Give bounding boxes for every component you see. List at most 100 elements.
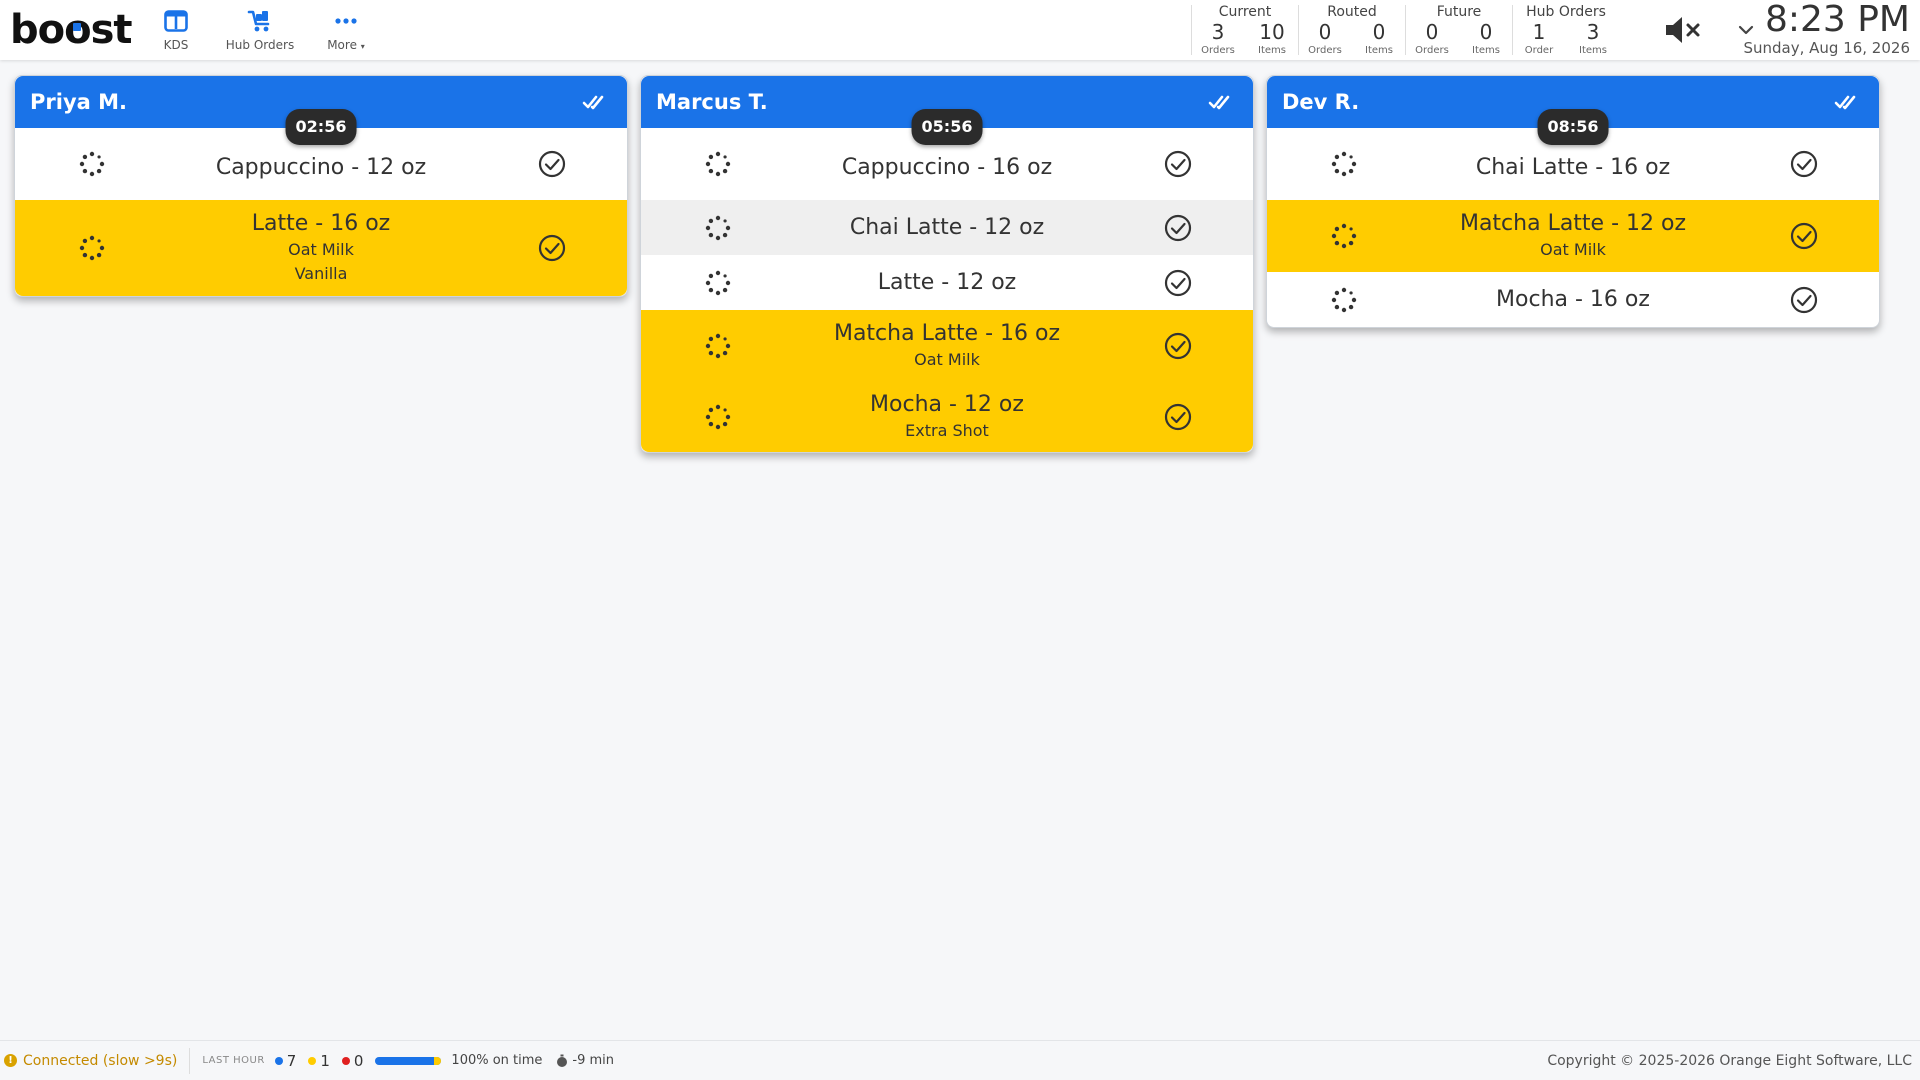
count-dot-yellow: [308, 1056, 317, 1065]
stat-hub-title: Hub Orders: [1526, 4, 1606, 20]
speaker-muted-icon: [1666, 17, 1700, 43]
item-name: Chai Latte - 12 oz: [849, 214, 1045, 240]
nav-kds[interactable]: KDS: [150, 0, 202, 60]
item-name: Cappuccino - 12 oz: [215, 155, 427, 180]
order-card-header: Dev R. 08:56: [1267, 76, 1879, 145]
item-name: Mocha - 12 oz: [870, 392, 1024, 417]
item-name: Cappuccino - 16 oz: [841, 155, 1053, 180]
clock-date: Sunday, Aug 16, 2026: [1743, 39, 1910, 57]
item-modifier: Vanilla: [294, 264, 348, 283]
avg-time-text: -9 min: [572, 1053, 615, 1068]
more-dots-icon: [334, 8, 358, 34]
warning-count: 1: [320, 1051, 330, 1070]
nav-more[interactable]: More ▾: [314, 0, 378, 60]
on-time-count: 7: [286, 1051, 297, 1070]
check-circle-icon[interactable]: [537, 149, 567, 179]
double-check-icon: [582, 95, 604, 110]
pending-spinner-icon: [1331, 151, 1357, 177]
stat-hub-items-label: Items: [1579, 45, 1607, 56]
logo-text-st: st: [90, 7, 133, 53]
logo-text-o2-letter: o: [64, 7, 92, 53]
stat-routed-orders: 0: [1318, 20, 1332, 44]
item-name: Matcha Latte - 16 oz: [833, 321, 1061, 346]
stat-current-orders: 3: [1211, 20, 1225, 44]
last-hour-label: LAST HOUR: [202, 1055, 265, 1066]
check-circle-icon[interactable]: [1789, 221, 1819, 251]
avg-time: -9 min: [556, 1053, 614, 1068]
double-check-icon: [1208, 95, 1230, 110]
logo-text-o2: o: [64, 6, 92, 54]
order-customer-name: Marcus T.: [656, 90, 768, 114]
late-count: 0: [353, 1051, 364, 1070]
order-item[interactable]: Matcha Latte - 12 oz Oat Milk: [1267, 200, 1879, 272]
order-stats: Current 3 Orders 10 Items Routed 0 Orders 0…: [1191, 0, 1619, 60]
nav-more-label: More ▾: [327, 38, 365, 52]
check-circle-icon[interactable]: [1789, 149, 1819, 179]
mute-button[interactable]: [1660, 10, 1708, 50]
check-circle-icon[interactable]: [1163, 402, 1193, 432]
bump-order-button[interactable]: [1207, 90, 1233, 114]
stat-future-items-label: Items: [1472, 45, 1500, 56]
clock: 8:23 PM Sunday, Aug 16, 2026: [1743, 0, 1910, 56]
stat-hub-orders: Hub Orders 1 Order 3 Items: [1512, 4, 1619, 56]
order-item[interactable]: Mocha - 12 oz Extra Shot: [641, 382, 1253, 452]
connection-text: Connected (slow >9s): [23, 1052, 178, 1069]
order-item[interactable]: Chai Latte - 12 oz: [641, 200, 1253, 255]
check-circle-icon[interactable]: [1163, 331, 1193, 361]
caret-down-icon: ▾: [360, 42, 365, 51]
item-modifier: Oat Milk: [914, 350, 980, 369]
pending-spinner-icon: [705, 333, 731, 359]
pending-spinner-icon: [79, 235, 105, 261]
order-card: Priya M. 02:56 Cappuccino - 12 oz Latte …: [14, 75, 628, 297]
nav-hub-orders[interactable]: Hub Orders: [206, 0, 314, 60]
stopwatch-icon: [557, 1054, 568, 1067]
stat-future-title: Future: [1436, 4, 1482, 20]
order-item[interactable]: Latte - 16 oz Oat Milk Vanilla: [15, 200, 627, 296]
order-timer: 08:56: [1537, 109, 1609, 145]
nav-hub-orders-label: Hub Orders: [225, 38, 295, 52]
stat-future-orders: 0: [1425, 20, 1439, 44]
footer-divider: [189, 1047, 191, 1074]
pending-spinner-icon: [705, 151, 731, 177]
double-check-icon: [1834, 95, 1856, 110]
stat-future: Future 0 Orders 0 Items: [1405, 4, 1512, 56]
order-card-header: Marcus T. 05:56: [641, 76, 1253, 145]
order-card: Dev R. 08:56 Chai Latte - 16 oz Matcha L…: [1266, 75, 1880, 328]
nav-kds-label: KDS: [163, 38, 189, 52]
on-time-progress-fill: [375, 1056, 442, 1065]
stat-hub-orders-count: 1: [1532, 20, 1546, 44]
item-name: Latte - 12 oz: [877, 269, 1017, 295]
pending-spinner-icon: [79, 151, 105, 177]
stat-routed: Routed 0 Orders 0 Items: [1298, 5, 1405, 56]
stat-future-items: 0: [1479, 20, 1493, 44]
connection-status: ! Connected (slow >9s): [0, 1053, 177, 1069]
clock-time: 8:23 PM: [1764, 0, 1910, 40]
check-circle-icon[interactable]: [1163, 213, 1193, 243]
item-name: Matcha Latte - 12 oz: [1459, 211, 1687, 236]
order-item[interactable]: Latte - 12 oz: [641, 255, 1253, 310]
order-item[interactable]: Mocha - 16 oz: [1267, 272, 1879, 327]
item-name: Latte - 16 oz: [251, 211, 391, 236]
order-customer-name: Dev R.: [1282, 90, 1360, 114]
order-timer: 05:56: [911, 109, 983, 145]
stat-current-items-label: Items: [1258, 45, 1286, 56]
on-time-progress-bar: [375, 1056, 442, 1065]
nav-more-text: More: [327, 38, 357, 52]
logo-text-o1: o: [37, 7, 66, 53]
item-modifier: Oat Milk: [288, 240, 354, 259]
order-customer-name: Priya M.: [30, 90, 127, 114]
stat-current-title: Current: [1218, 4, 1272, 20]
check-circle-icon[interactable]: [1163, 149, 1193, 179]
order-item[interactable]: Matcha Latte - 16 oz Oat Milk: [641, 310, 1253, 382]
bump-order-button[interactable]: [581, 90, 607, 114]
stat-future-orders-label: Orders: [1415, 45, 1449, 56]
count-dot-red: [341, 1056, 350, 1065]
check-circle-icon[interactable]: [1163, 268, 1193, 298]
main-nav: KDS Hub Orders More ▾: [150, 0, 378, 60]
stat-current-items: 10: [1259, 20, 1285, 44]
top-bar: b o o st KDS Hub Orders More ▾ Current 3 Ord…: [0, 0, 1920, 60]
check-circle-icon[interactable]: [537, 233, 567, 263]
check-circle-icon[interactable]: [1789, 285, 1819, 315]
kds-icon: [164, 8, 188, 34]
bump-order-button[interactable]: [1833, 90, 1859, 114]
